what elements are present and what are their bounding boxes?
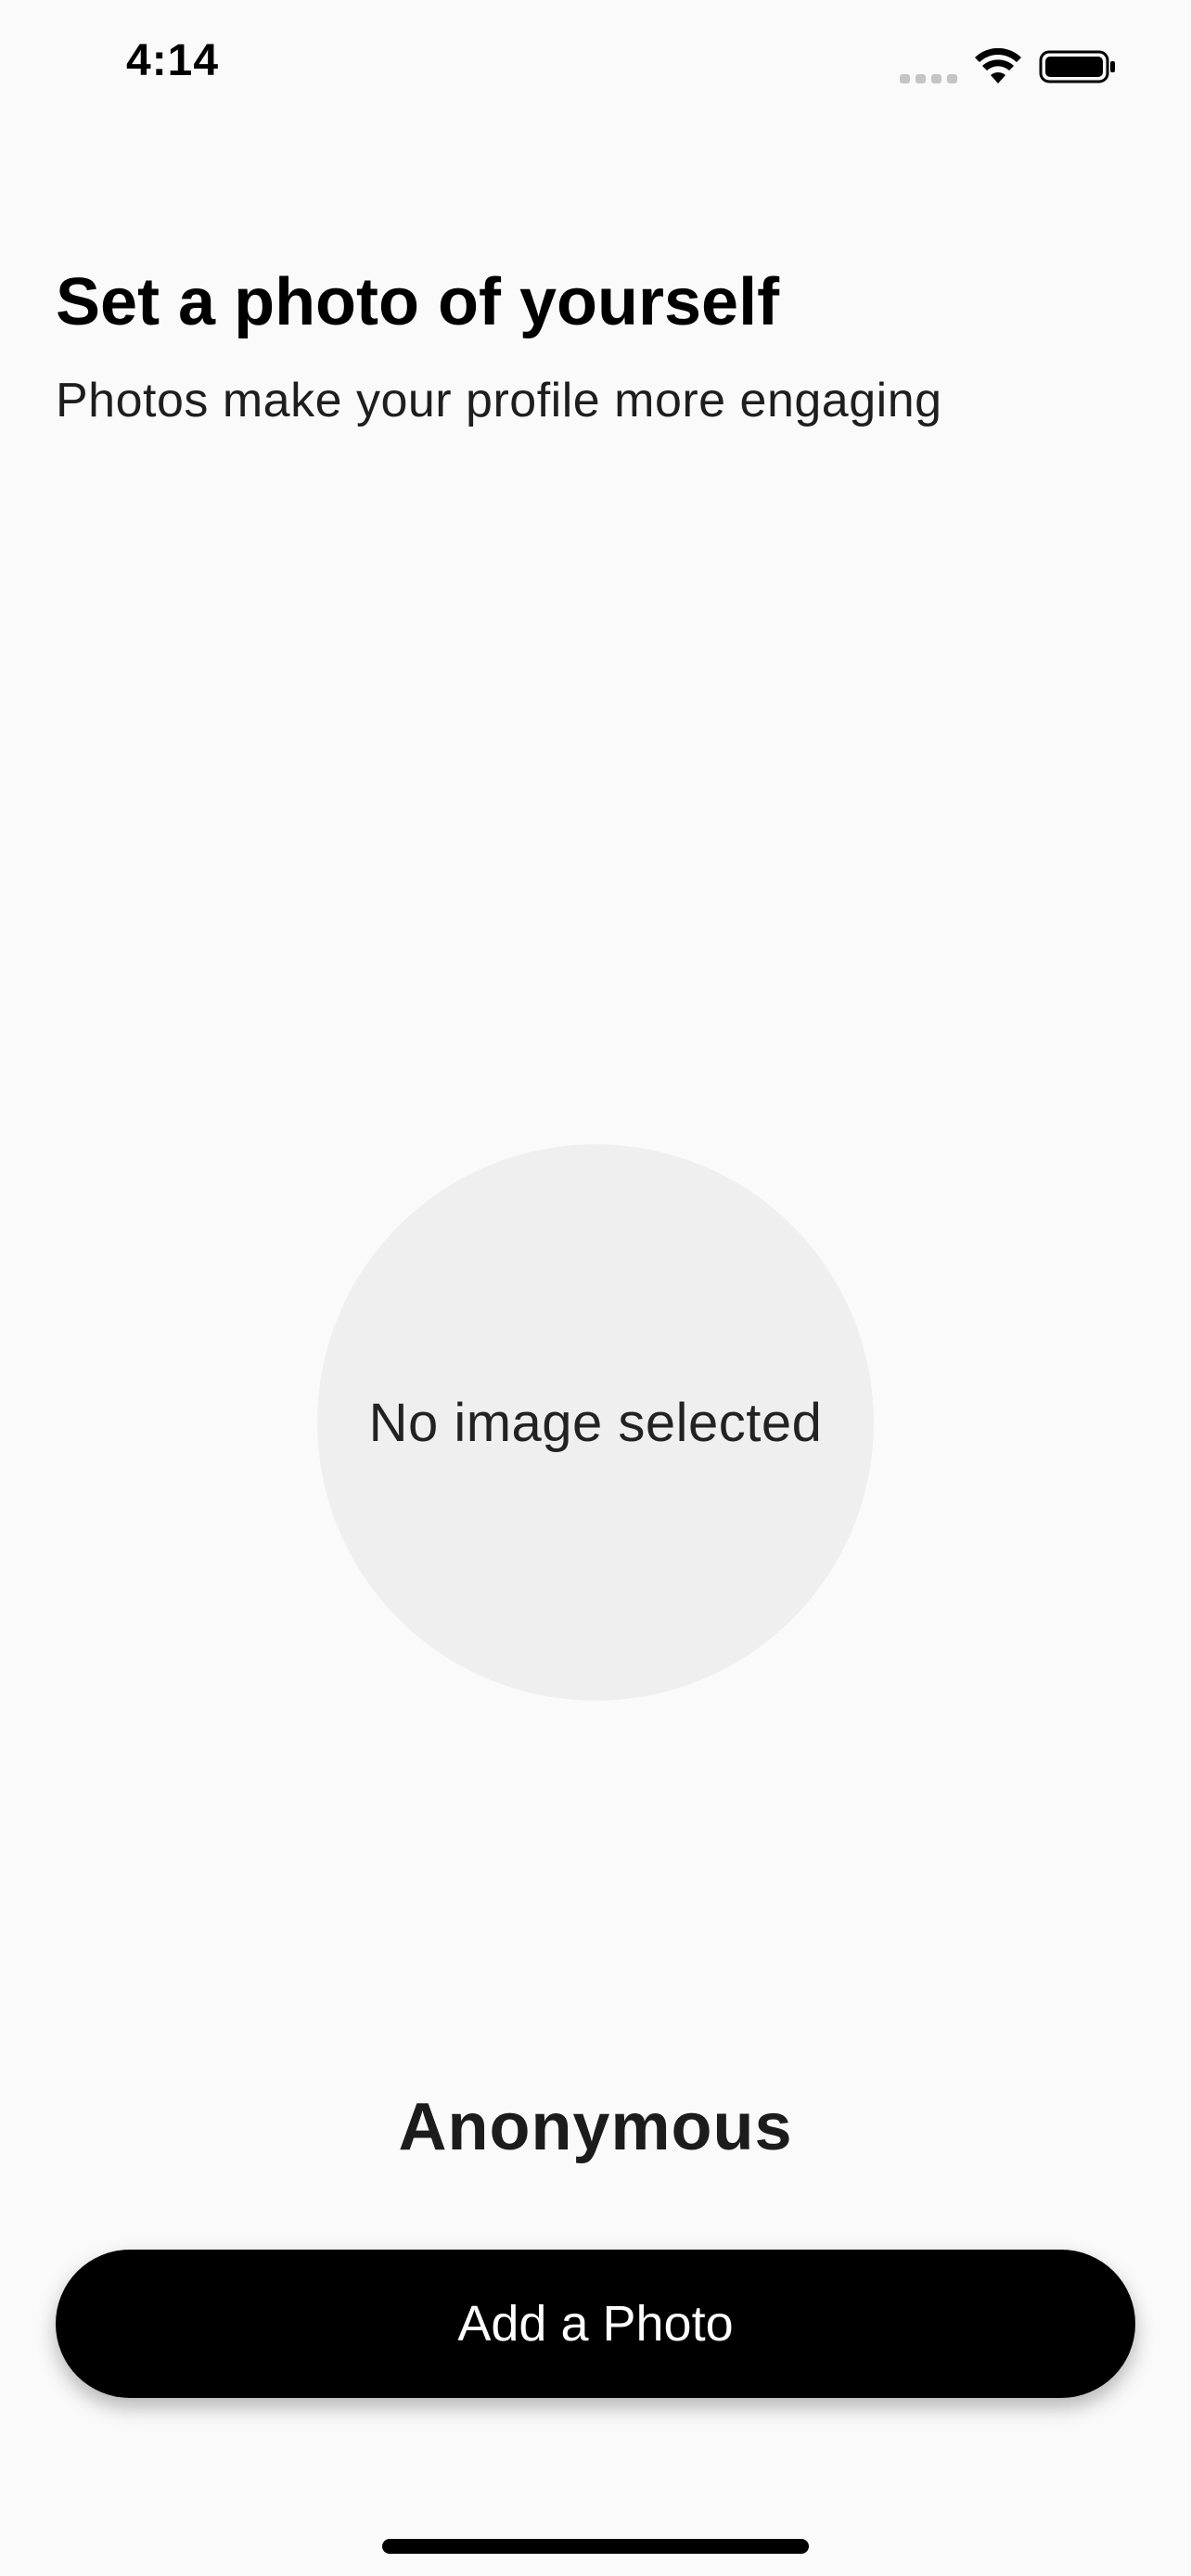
no-image-label: No image selected bbox=[368, 1392, 823, 1453]
status-bar: 4:14 bbox=[0, 0, 1191, 130]
page-title: Set a photo of yourself bbox=[56, 265, 780, 339]
status-time: 4:14 bbox=[126, 36, 220, 85]
battery-icon bbox=[1039, 50, 1115, 83]
add-photo-button[interactable]: Add a Photo bbox=[56, 2250, 1135, 2398]
profile-name: Anonymous bbox=[398, 2090, 793, 2164]
signal-icon bbox=[900, 74, 957, 83]
avatar-placeholder[interactable]: No image selected bbox=[317, 1144, 874, 1701]
page-subtitle: Photos make your profile more engaging bbox=[56, 374, 942, 427]
home-indicator[interactable] bbox=[382, 2539, 809, 2554]
wifi-icon bbox=[975, 48, 1021, 83]
